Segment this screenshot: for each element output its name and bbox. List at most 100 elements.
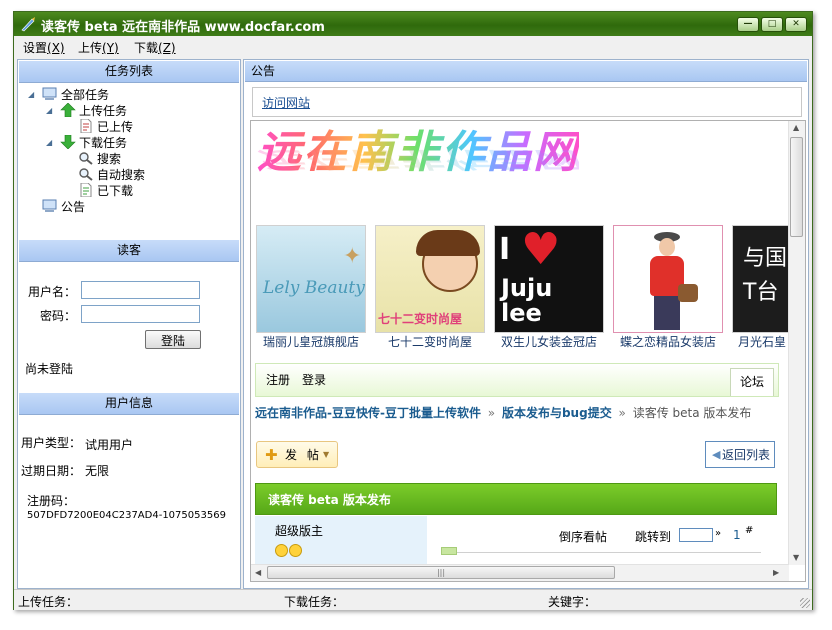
user-type-label: 用户类型： (21, 436, 82, 450)
scroll-left-icon[interactable]: ◀ (255, 568, 261, 577)
forum-tab[interactable]: 论坛 (730, 368, 774, 396)
starfish-icon: ✦ (343, 244, 362, 269)
shop-image (613, 225, 723, 333)
smiley-icon (275, 544, 288, 557)
post-divider (441, 552, 761, 553)
login-link[interactable]: 登录 (302, 371, 326, 388)
close-button[interactable]: ✕ (785, 17, 807, 32)
shop-caption[interactable]: 蝶之恋精品女装店 (613, 333, 723, 350)
menu-download-key: (Z) (158, 41, 176, 55)
username-input[interactable] (81, 281, 200, 299)
new-post-button[interactable]: ✚ 发 帖 ▼ (256, 441, 338, 468)
breadcrumb-board[interactable]: 版本发布与bug提交 (502, 406, 612, 420)
breadcrumb-separator: » (487, 406, 496, 420)
moderator-label: 超级版主 (275, 524, 324, 538)
magnifier-icon (79, 168, 93, 181)
upload-arrow-icon (60, 103, 76, 117)
tree-item-all-tasks[interactable]: 全部任务 (42, 86, 109, 102)
collapse-arrow-icon[interactable]: ◢ (28, 90, 34, 99)
document-icon (80, 183, 92, 197)
back-to-list-label: 返回列表 (722, 448, 771, 462)
shop-card[interactable]: 蝶之恋精品女装店 (613, 225, 723, 349)
shop-caption[interactable]: 瑞丽儿皇冠旗舰店 (256, 333, 366, 350)
window-controls: — □ ✕ (737, 17, 807, 32)
tree-item-label: 已下载 (97, 184, 134, 198)
title-bar[interactable]: 读客传 beta 远在南非作品 www.docfar.com — □ ✕ (14, 12, 812, 36)
tree-item-upload-tasks[interactable]: 上传任务 (60, 102, 127, 118)
tree-item-download-tasks[interactable]: 下载任务 (60, 134, 127, 150)
collapse-arrow-icon[interactable]: ◢ (46, 106, 52, 115)
menu-settings-label: 设置 (23, 41, 48, 55)
breadcrumb-site[interactable]: 远在南非作品-豆豆快传-豆丁批量上传软件 (255, 406, 481, 420)
heart-icon: ♥ (521, 225, 561, 275)
post-marker (441, 547, 457, 555)
model-face-icon (659, 238, 675, 256)
password-label: 密码： (40, 309, 77, 323)
tree-item-notice[interactable]: 公告 (42, 198, 85, 214)
visit-website-link[interactable]: 访问网站 (262, 94, 310, 111)
jeans-icon (654, 296, 680, 330)
menu-settings-key: (X) (47, 41, 65, 55)
expiry-label: 过期日期： (21, 464, 82, 478)
jump-to-label: 跳转到 (635, 530, 672, 544)
tree-item-downloaded[interactable]: 已下载 (78, 182, 133, 198)
vertical-scroll-thumb[interactable] (790, 137, 803, 237)
horizontal-scrollbar[interactable]: ◀ ||| ▶ (251, 564, 789, 581)
shop-image: 与国 T台 (732, 225, 792, 333)
shop-image: I ♥ Juju lee (494, 225, 604, 333)
menu-upload[interactable]: 上传(Y) (78, 39, 119, 56)
regcode-value: 507DFD7200E04C237AD4-1075053569 (27, 510, 226, 521)
minimize-button[interactable]: — (737, 17, 759, 32)
shop-image: 七十二变时尚屋 (375, 225, 485, 333)
plus-icon: ✚ (265, 446, 278, 464)
back-to-list-button[interactable]: ◀ 返回列表 (705, 441, 775, 468)
login-button[interactable]: 登陆 (145, 330, 201, 349)
floor-number: 1 (733, 528, 741, 542)
tree-item-uploaded[interactable]: 已上传 (78, 118, 133, 134)
computer-icon (42, 87, 57, 100)
menu-download-label: 下载 (134, 41, 159, 55)
username-label: 用户名： (28, 285, 77, 299)
scroll-up-icon[interactable]: ▲ (793, 123, 799, 132)
scroll-down-icon[interactable]: ▼ (793, 553, 799, 562)
status-bar: 上传任务： 下载任务： 关键字： (14, 589, 812, 610)
expiry-value: 无限 (85, 464, 110, 478)
shop-caption[interactable]: 双生儿女装金冠店 (494, 333, 604, 350)
password-input[interactable] (81, 305, 200, 323)
post-author-column: 超级版主 (255, 516, 427, 566)
tree-item-auto-search[interactable]: 自动搜索 (78, 166, 145, 182)
shop-caption[interactable]: 七十二变时尚屋 (375, 333, 485, 350)
shop-card[interactable]: I ♥ Juju lee 双生儿女装金冠店 (494, 225, 604, 349)
maximize-button[interactable]: □ (761, 17, 783, 32)
menu-upload-key: (Y) (102, 41, 119, 55)
download-arrow-icon (60, 135, 76, 149)
app-feather-icon (21, 17, 35, 32)
shop-card[interactable]: Lely Beauty ✦ 瑞丽儿皇冠旗舰店 (256, 225, 366, 349)
reverse-order-link[interactable]: 倒序看帖 (559, 528, 607, 545)
register-link[interactable]: 注册 (266, 371, 290, 388)
jump-to-input[interactable] (679, 528, 713, 542)
menu-settings[interactable]: 设置(X) (23, 39, 65, 56)
shop-image-text: Lely Beauty (263, 278, 365, 298)
jump-go-icon[interactable]: » (715, 528, 721, 539)
tree-item-label: 搜索 (97, 152, 122, 166)
site-logo-reflection: 远在南非作品网 (257, 146, 579, 173)
shop-card[interactable]: 与国 T台 月光石皇 (732, 225, 792, 349)
user-type-value: 试用用户 (85, 438, 134, 452)
embedded-browser[interactable]: 远在南非作品网 远在南非作品网 Lely Beauty ✦ 瑞丽儿皇冠旗舰店 七… (250, 120, 806, 582)
resize-grip-icon[interactable] (800, 598, 810, 608)
scroll-right-icon[interactable]: ▶ (773, 568, 779, 577)
smiley-icon (289, 544, 302, 557)
vertical-scrollbar[interactable]: ▲ ▼ (788, 121, 805, 565)
horizontal-scroll-thumb[interactable]: ||| (267, 566, 615, 579)
menu-download[interactable]: 下载(Z) (134, 39, 176, 56)
shop-card[interactable]: 七十二变时尚屋 七十二变时尚屋 (375, 225, 485, 349)
shop-caption[interactable]: 月光石皇 (732, 333, 792, 350)
document-icon (80, 119, 92, 133)
new-post-label: 发 帖 (285, 448, 322, 462)
tree-item-search[interactable]: 搜索 (78, 150, 121, 166)
regcode-label: 注册码： (27, 494, 76, 508)
collapse-arrow-icon[interactable]: ◢ (46, 138, 52, 147)
tree-item-label: 上传任务 (79, 104, 128, 118)
back-arrow-icon: ◀ (712, 448, 721, 461)
